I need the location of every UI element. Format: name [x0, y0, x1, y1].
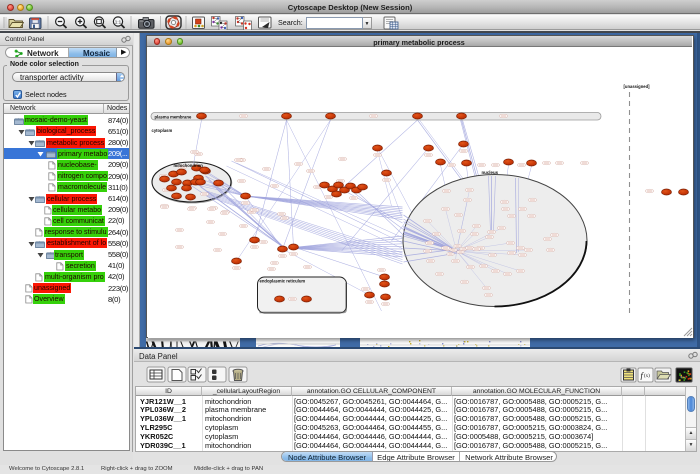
svg-text:cytoplasm: cytoplasm: [151, 128, 172, 133]
svg-text:[unassigned]: [unassigned]: [623, 84, 650, 89]
svg-text:1:1: 1:1: [115, 19, 122, 24]
svg-text:(x): (x): [644, 374, 650, 379]
svg-text:mitochondrion: mitochondrion: [173, 163, 203, 168]
svg-text:plasma membrane: plasma membrane: [154, 115, 191, 120]
svg-text:endoplasmic reticulum: endoplasmic reticulum: [259, 279, 305, 284]
svg-text:Search:: Search:: [278, 18, 303, 27]
svg-text:nucleus: nucleus: [481, 170, 498, 175]
